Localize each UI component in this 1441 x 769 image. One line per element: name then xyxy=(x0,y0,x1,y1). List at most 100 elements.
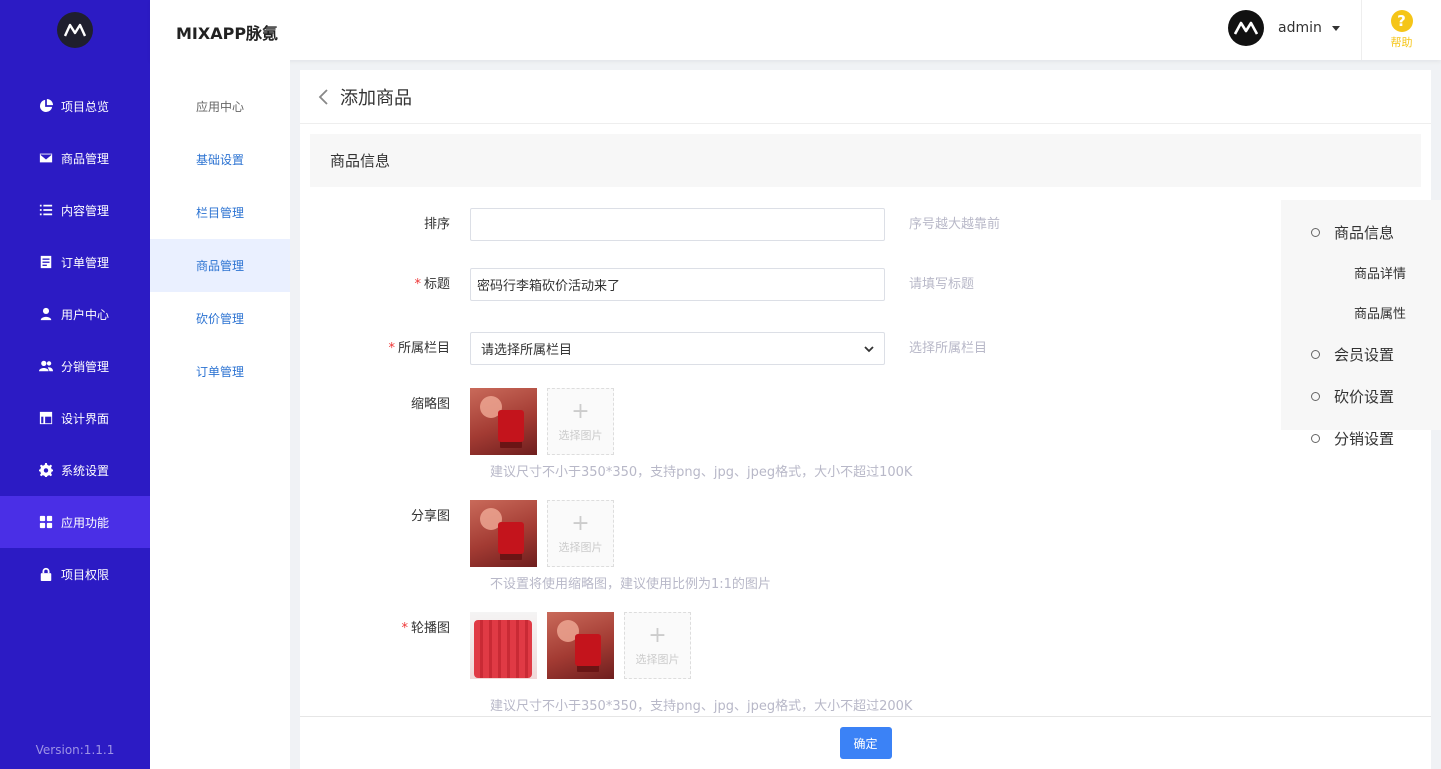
sidebar-item-content[interactable]: 内容管理 xyxy=(0,184,150,236)
sidebar-item-label: 分销管理 xyxy=(61,359,110,374)
form-footer: 确定 xyxy=(300,716,1431,769)
select-image-button[interactable]: + 选择图片 xyxy=(547,500,614,567)
main-sidebar: 项目总览 商品管理 内容管理 订单管理 用户中心 分销管理 设计界面 系统设置 xyxy=(0,0,150,769)
sidebar-item-design[interactable]: 设计界面 xyxy=(0,392,150,444)
confirm-button[interactable]: 确定 xyxy=(839,727,892,759)
sidebar-item-label: 订单管理 xyxy=(61,255,110,270)
form-row-sort: 排序 序号越大越靠前 xyxy=(300,208,1000,241)
select-image-label: 选择图片 xyxy=(635,652,680,666)
help-button[interactable]: ? 帮助 xyxy=(1361,0,1441,60)
sidebar-item-users[interactable]: 用户中心 xyxy=(0,288,150,340)
anchor-item-member-settings[interactable]: 会员设置 xyxy=(1311,344,1394,365)
select-image-label: 选择图片 xyxy=(558,540,603,554)
sidebar-item-orders[interactable]: 订单管理 xyxy=(0,236,150,288)
share-image[interactable] xyxy=(470,500,537,567)
username[interactable]: admin xyxy=(1278,20,1322,36)
carousel-image[interactable] xyxy=(470,612,537,679)
app-title: MIXAPP脉氪 xyxy=(176,24,279,43)
anchor-item-product-info[interactable]: 商品信息 xyxy=(1311,222,1394,243)
sidebar-item-label: 商品管理 xyxy=(61,151,110,166)
page-title: 添加商品 xyxy=(340,87,412,109)
sidebar-item-distribution[interactable]: 分销管理 xyxy=(0,340,150,392)
layout-icon xyxy=(39,411,53,425)
submenu-item-bargain[interactable]: 砍价管理 xyxy=(150,292,290,345)
main-card: 添加商品 商品信息 排序 序号越大越靠前 * 标题 密码行李箱砍价活动来了 请填写… xyxy=(300,70,1431,769)
required-mark: * xyxy=(388,341,395,356)
question-icon: ? xyxy=(1390,10,1413,32)
help-label: 帮助 xyxy=(1390,36,1413,49)
logo-m-icon xyxy=(1234,21,1258,35)
thumbnail-image[interactable] xyxy=(470,388,537,455)
pie-chart-icon xyxy=(39,99,53,113)
sidebar-item-permissions[interactable]: 项目权限 xyxy=(0,548,150,600)
category-selected: 请选择所属栏目 xyxy=(481,343,573,358)
form-row-share-image: 分享图 + 选择图片 xyxy=(300,500,614,567)
sort-label: 排序 xyxy=(423,217,450,232)
plus-icon: + xyxy=(571,398,590,424)
back-arrow-icon[interactable] xyxy=(316,88,330,106)
sidebar-item-label: 用户中心 xyxy=(61,307,110,322)
share-image-hint: 不设置将使用缩略图，建议使用比例为1:1的图片 xyxy=(490,577,771,592)
page-header: 添加商品 xyxy=(300,70,1431,124)
envelope-icon xyxy=(39,153,53,163)
anchor-nav: 商品信息 商品详情 商品属性 会员设置 砍价设置 xyxy=(1281,200,1441,430)
sort-hint: 序号越大越靠前 xyxy=(909,217,1001,232)
submenu-item-products[interactable]: 商品管理 xyxy=(150,239,290,292)
sidebar-item-products[interactable]: 商品管理 xyxy=(0,132,150,184)
form-row-carousel: * 轮播图 + 选择图片 xyxy=(300,612,691,679)
logo[interactable] xyxy=(0,0,150,60)
form-row-category: * 所属栏目 请选择所属栏目 选择所属栏目 xyxy=(300,332,987,365)
circle-icon xyxy=(1311,228,1320,237)
sort-input[interactable] xyxy=(470,208,885,241)
sidebar-item-label: 内容管理 xyxy=(61,203,110,218)
required-mark: * xyxy=(414,277,421,292)
submenu-item-columns[interactable]: 栏目管理 xyxy=(150,186,290,239)
logo-m-icon xyxy=(64,23,86,37)
sidebar-item-apps[interactable]: 应用功能 xyxy=(0,496,150,548)
submenu-item-basic-settings[interactable]: 基础设置 xyxy=(150,133,290,186)
sidebar-item-label: 设计界面 xyxy=(61,411,110,426)
user-icon xyxy=(40,307,52,321)
top-header: MIXAPP脉氪 admin ? 帮助 xyxy=(150,0,1441,60)
circle-icon xyxy=(1311,434,1320,443)
sidebar-item-label: 系统设置 xyxy=(61,463,110,478)
users-icon xyxy=(39,360,53,372)
title-label: * 标题 xyxy=(414,277,450,292)
user-menu[interactable]: admin xyxy=(1228,10,1340,46)
required-mark: * xyxy=(401,621,408,636)
share-image-label: 分享图 xyxy=(410,509,450,524)
lock-icon xyxy=(40,567,52,581)
anchor-item-bargain-settings[interactable]: 砍价设置 xyxy=(1311,386,1394,407)
select-image-button[interactable]: + 选择图片 xyxy=(547,388,614,455)
thumbnail-gallery: + 选择图片 xyxy=(470,388,614,455)
anchor-item-distribution-settings[interactable]: 分销设置 xyxy=(1311,428,1394,449)
form-row-thumbnail: 缩略图 + 选择图片 xyxy=(300,388,614,455)
sidebar-item-overview[interactable]: 项目总览 xyxy=(0,80,150,132)
section-title: 商品信息 xyxy=(310,134,1421,187)
sidebar-menu: 项目总览 商品管理 内容管理 订单管理 用户中心 分销管理 设计界面 系统设置 xyxy=(0,80,150,600)
caret-down-icon[interactable] xyxy=(1331,25,1340,31)
carousel-gallery: + 选择图片 xyxy=(470,612,691,679)
chevron-down-icon xyxy=(864,345,874,352)
title-input[interactable]: 密码行李箱砍价活动来了 xyxy=(470,268,885,301)
version-label: Version:1.1.1 xyxy=(35,743,115,757)
select-image-label: 选择图片 xyxy=(558,428,603,442)
sub-menu: 应用中心 基础设置 栏目管理 商品管理 砍价管理 订单管理 xyxy=(150,60,290,769)
select-image-button[interactable]: + 选择图片 xyxy=(624,612,691,679)
anchor-item-product-detail[interactable]: 商品详情 xyxy=(1354,263,1406,282)
sidebar-item-label: 项目总览 xyxy=(61,99,110,114)
circle-icon xyxy=(1311,392,1320,401)
anchor-item-product-attributes[interactable]: 商品属性 xyxy=(1354,303,1406,322)
gear-icon xyxy=(39,463,53,477)
sidebar-item-label: 应用功能 xyxy=(61,515,110,530)
category-select[interactable]: 请选择所属栏目 xyxy=(470,332,885,365)
carousel-image[interactable] xyxy=(547,612,614,679)
logo-mark xyxy=(57,12,93,48)
plus-icon: + xyxy=(571,510,590,536)
circle-icon xyxy=(1311,350,1320,359)
category-label: * 所属栏目 xyxy=(388,341,450,356)
avatar[interactable] xyxy=(1228,10,1264,46)
submenu-item-orders[interactable]: 订单管理 xyxy=(150,345,290,398)
sidebar-item-settings[interactable]: 系统设置 xyxy=(0,444,150,496)
title-hint: 请填写标题 xyxy=(909,277,975,292)
